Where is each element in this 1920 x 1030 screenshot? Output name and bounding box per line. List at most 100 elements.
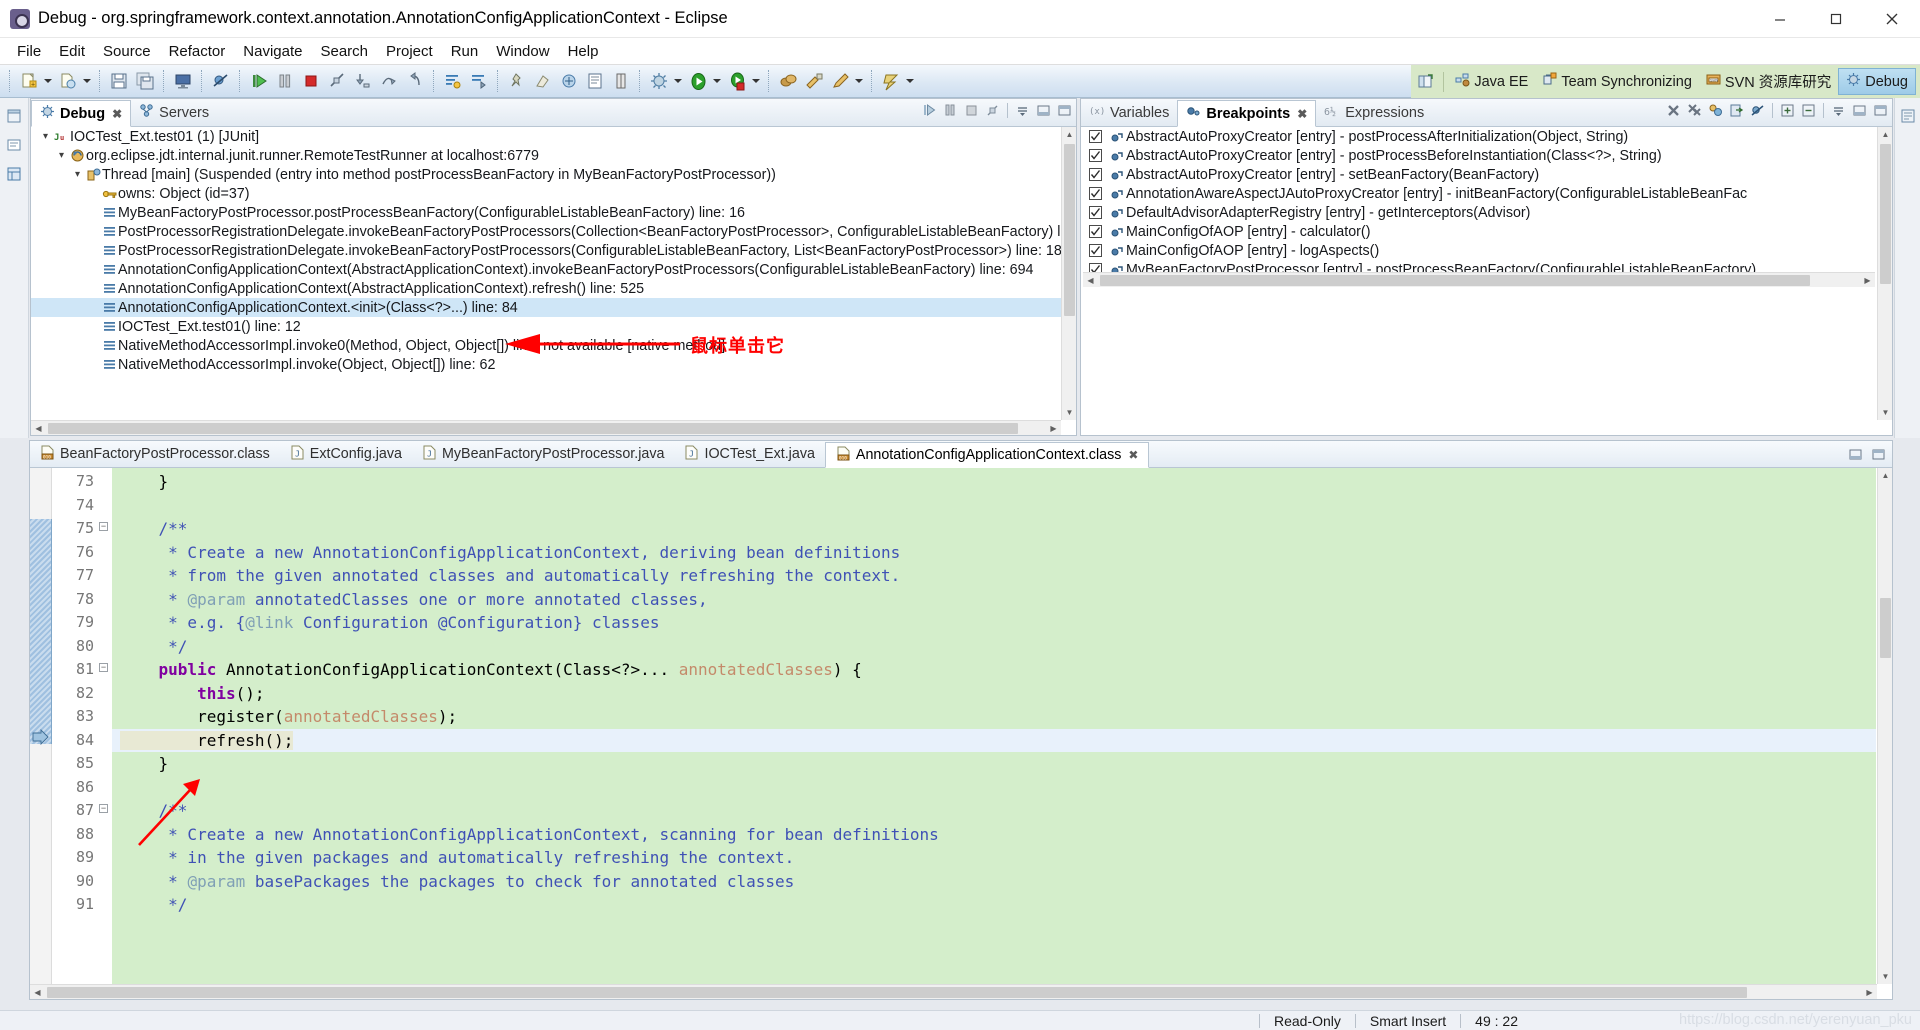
remove-all-breakpoints-icon[interactable] [1685,101,1704,120]
scroll-thumb[interactable] [1880,144,1891,284]
tree-row[interactable]: NativeMethodAccessorImpl.invoke0(Method,… [31,336,1076,355]
external-tools-icon[interactable] [802,69,826,93]
link-with-debug-view-icon[interactable] [1706,101,1725,120]
scroll-up-arrow[interactable]: ▲ [1878,127,1893,142]
menu-refactor[interactable]: Refactor [160,41,235,62]
collapse-all-icon[interactable] [1799,101,1818,120]
expand-all-icon[interactable] [1778,101,1797,120]
minimize-icon[interactable] [1846,445,1865,464]
new-java-class-icon[interactable] [56,69,80,93]
fold-collapse-icon[interactable]: − [98,797,112,821]
breakpoint-row[interactable]: AnnotationAwareAspectJAutoProxyCreator [… [1081,184,1892,203]
maximize-icon[interactable] [1871,101,1890,120]
maximize-icon[interactable] [1055,101,1074,120]
source-text[interactable]: } /** * Create a new AnnotationConfigApp… [112,468,1876,984]
pin-icon[interactable] [505,69,529,93]
debug-dropdown[interactable] [672,69,683,93]
debug-view-vscrollbar[interactable]: ▲ ▼ [1061,127,1076,420]
code-line[interactable]: * Create a new AnnotationConfigApplicati… [112,823,1876,847]
tree-row[interactable]: ▾ org.eclipse.jdt.internal.junit.runner.R… [31,146,1076,165]
breakpoint-checkbox[interactable] [1089,187,1102,200]
code-line[interactable]: public AnnotationConfigApplicationContex… [112,658,1876,682]
menu-source[interactable]: Source [94,41,160,62]
coverage-dropdown[interactable] [750,69,761,93]
run-dropdown[interactable] [711,69,722,93]
code-line[interactable]: } [112,752,1876,776]
code-line[interactable]: * from the given annotated classes and a… [112,564,1876,588]
debug-icon[interactable] [647,69,671,93]
tree-row[interactable]: AnnotationConfigApplicationContext(Abstr… [31,279,1076,298]
step-into-icon[interactable] [351,69,375,93]
ruler-icon[interactable] [609,69,633,93]
menu-file[interactable]: File [8,41,50,62]
breakpoint-row[interactable]: AbstractAutoProxyCreator [entry] - postP… [1081,127,1892,146]
minimize-icon[interactable] [1850,101,1869,120]
breakpoint-row[interactable]: MainConfigOfAOP [entry] - calculator() [1081,222,1892,241]
tree-row[interactable]: PostProcessorRegistrationDelegate.invoke… [31,222,1076,241]
close-icon[interactable]: ✖ [1128,448,1138,462]
tree-row[interactable]: IOCTest_Ext.test01() line: 12 [31,317,1076,336]
scroll-up-arrow[interactable]: ▲ [1878,468,1892,483]
suspend-icon[interactable] [273,69,297,93]
tree-row[interactable]: PostProcessorRegistrationDelegate.invoke… [31,241,1076,260]
status-insert-mode[interactable]: Smart Insert [1370,1013,1446,1029]
code-line[interactable]: * in the given packages and automaticall… [112,846,1876,870]
code-line[interactable] [112,776,1876,800]
tab-variables[interactable]: (x)= Variables [1081,99,1177,126]
save-icon[interactable] [107,69,131,93]
editor-hscrollbar[interactable]: ◀ ▶ [30,984,1877,999]
terminate-icon[interactable] [962,101,981,120]
editor-tab[interactable]: 010 AnnotationConfigApplicationContext.cl… [824,442,1150,468]
tree-row[interactable]: ▾ Thread [main] (Suspended (entry into me… [31,165,1076,184]
menu-search[interactable]: Search [311,41,377,62]
breakpoint-row[interactable]: MainConfigOfAOP [entry] - logAspects() [1081,241,1892,260]
code-line[interactable]: * @param annotatedClasses one or more an… [112,588,1876,612]
code-line[interactable] [112,494,1876,518]
step-return-icon[interactable] [403,69,427,93]
restore-view-icon[interactable] [3,104,26,127]
minimize-icon[interactable] [1034,101,1053,120]
breakpoint-row[interactable]: DefaultAdvisorAdapterRegistry [entry] - … [1081,203,1892,222]
go-to-file-icon[interactable] [1727,101,1746,120]
run-icon[interactable] [686,69,710,93]
editor-tab[interactable]: J ExtConfig.java [280,441,412,467]
editor-tab[interactable]: J IOCTest_Ext.java [674,441,824,467]
code-editor[interactable]: 73 74 75 76 77 78 79 80 81 82 83 84 85 86 87 88 89 90 91 −… [30,468,1892,999]
next-annotation-icon[interactable] [879,69,903,93]
next-annotation-dropdown[interactable] [904,69,915,93]
breakpoints-view-hscrollbar[interactable]: ◀ ▶ [1083,272,1875,287]
scroll-right-arrow[interactable]: ▶ [1862,985,1877,999]
console-icon[interactable] [171,69,195,93]
code-line[interactable]: * e.g. {@link Configuration @Configurati… [112,611,1876,635]
view-menu-icon[interactable] [1013,101,1032,120]
scroll-thumb[interactable] [1100,275,1810,286]
menu-run[interactable]: Run [442,41,488,62]
maximize-button[interactable] [1808,0,1864,37]
skip-breakpoints-icon[interactable] [209,69,233,93]
breakpoint-checkbox[interactable] [1089,168,1102,181]
close-icon[interactable]: ✖ [1297,107,1307,121]
menu-window[interactable]: Window [487,41,558,62]
code-line[interactable]: */ [112,635,1876,659]
terminate-icon[interactable] [299,69,323,93]
open-task-icon[interactable] [583,69,607,93]
minimize-button[interactable] [1752,0,1808,37]
debug-call-stack-tree[interactable]: ▾ Ju IOCTest_Ext.test01 (1) [JUnit] ▾ org.ec… [31,127,1076,435]
scroll-right-arrow[interactable]: ▶ [1046,421,1061,436]
debug-view-hscrollbar[interactable]: ◀ ▶ [31,420,1061,435]
open-type-icon[interactable] [557,69,581,93]
editor-tab[interactable]: 010 BeanFactoryPostProcessor.class [30,441,280,467]
code-line-current[interactable]: refresh(); [112,728,1876,752]
scroll-down-arrow[interactable]: ▼ [1878,405,1893,420]
scroll-thumb[interactable] [1064,144,1075,316]
scroll-thumb[interactable] [1880,598,1891,658]
breakpoint-checkbox[interactable] [1089,225,1102,238]
close-icon[interactable]: ✖ [112,107,122,121]
perspective-team-synchronizing[interactable]: Team Synchronizing [1535,68,1699,95]
scroll-left-arrow[interactable]: ◀ [31,421,46,436]
tab-breakpoints[interactable]: Breakpoints ✖ [1177,100,1317,127]
scroll-up-arrow[interactable]: ▲ [1062,127,1077,142]
tab-debug[interactable]: Debug ✖ [31,100,132,127]
editor-tab[interactable]: J MyBeanFactoryPostProcessor.java [412,441,675,467]
stack-frame-row-selected[interactable]: AnnotationConfigApplicationContext.<init… [31,298,1076,317]
